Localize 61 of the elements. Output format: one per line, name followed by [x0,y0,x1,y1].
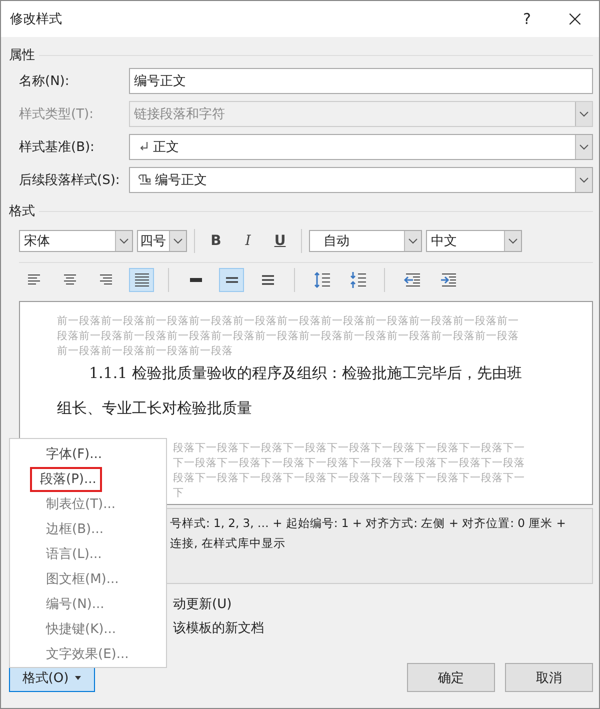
preview-text: 前一段落前一段落前一段落前一段落 [57,344,234,359]
menu-item[interactable]: 编号(N)... [10,592,108,617]
menu-item[interactable]: 制表位(T)... [10,492,120,517]
style-dropdown[interactable]: 正文 [129,134,593,160]
style-description: 连接, 在样式库中显示 [170,535,286,552]
menu-item[interactable]: 图文框(M)... [10,567,123,592]
font-dropdown[interactable]: 宋体 [19,230,133,252]
menu-item[interactable]: 段落(P)... [30,467,102,492]
window-title: 修改样式 [10,11,62,28]
name-field[interactable]: 编号正文 [129,68,593,94]
font-size-dropdown[interactable]: 四号 [137,230,187,252]
decrease-indent-icon [402,271,420,289]
menu-item[interactable]: 语言(L)... [10,542,106,567]
paragraph-style-icon [138,173,152,187]
preview-text: 前一段落前一段落前一段落前一段落前一段落前一段落前一段落前一段落前一段落前一段落前一 [57,314,520,329]
preview-text: 段落前一段落前一段落前一段落前一段落前一段落前一段落前一段落前一段落前一段落前一段落 [57,329,520,344]
language-dropdown[interactable]: 中文 [426,230,522,252]
menu-item[interactable]: 边框(B)... [10,517,108,542]
section-heading: 格式 [9,203,35,220]
align-justify-icon [132,271,150,289]
menu-item[interactable]: 快捷键(K)... [10,617,120,642]
line-spacing-icon [190,275,202,285]
font-color-dropdown[interactable]: 自动 [309,230,422,252]
field-label: 样式基准(B): [19,139,96,156]
style-description: 号样式: 1, 2, 3, … + 起始编号: 1 + 对齐方式: 左侧 + 对齐位置: 0 厘米 + [170,515,567,532]
style-dropdown: 链接段落和字符 [129,101,593,127]
dropdown-button[interactable] [575,135,592,159]
paragraph-spacing-icon [348,271,366,289]
checkbox-label: 该模板的新文档 [173,620,265,638]
line-spacing-icon [262,275,274,285]
caret-icon [74,674,82,680]
underline-button[interactable]: U [266,229,294,253]
italic-button[interactable]: I [234,229,262,253]
field-label: 后续段落样式(S): [19,172,121,189]
preview-paragraph-line: 1.1.1 检验批质量验收的程序及组织：检验批施工完毕后，先由班 [88,363,523,384]
field-label: 名称(N): [19,73,70,90]
dropdown-button[interactable] [504,231,521,251]
dropdown-button[interactable] [169,231,186,251]
preview-text: 段落下一段落下一段落下一段落下一段落下一段落下一段落下一段落下一 [173,441,526,456]
preview-text: 段落下一段落下一段落下一段落下一段落下一段落下一段落下一段落下一 [173,471,526,486]
ok-button[interactable]: 确定 [407,663,495,692]
menu-item[interactable]: 字体(F)... [10,442,106,467]
checkbox-label: 动更新(U) [173,596,233,614]
preview-text: 下一段落下一段落下一段落下一段落下一段落下一段落下一段落下一段落 [173,456,526,471]
paragraph-spacing-icon [312,271,330,289]
bold-button[interactable]: B [202,229,230,253]
preview-text: 下 [173,486,185,501]
dropdown-button[interactable] [575,168,592,192]
field-label: 样式类型(T): [19,106,94,123]
dropdown-button[interactable] [115,231,132,251]
increase-indent-icon [438,271,456,289]
section-heading: 属性 [9,47,35,64]
help-button[interactable]: ? [503,1,551,37]
dropdown-button[interactable] [404,231,421,251]
line-spacing-button[interactable] [219,268,244,292]
line-spacing-icon [226,275,238,285]
close-button[interactable]: × [551,1,599,37]
style-dropdown[interactable]: 编号正文 [129,167,593,193]
align-justify-button[interactable] [129,268,154,292]
cancel-button[interactable]: 取消 [505,663,593,692]
preview-paragraph-line: 组长、专业工长对检验批质量 [57,398,253,419]
